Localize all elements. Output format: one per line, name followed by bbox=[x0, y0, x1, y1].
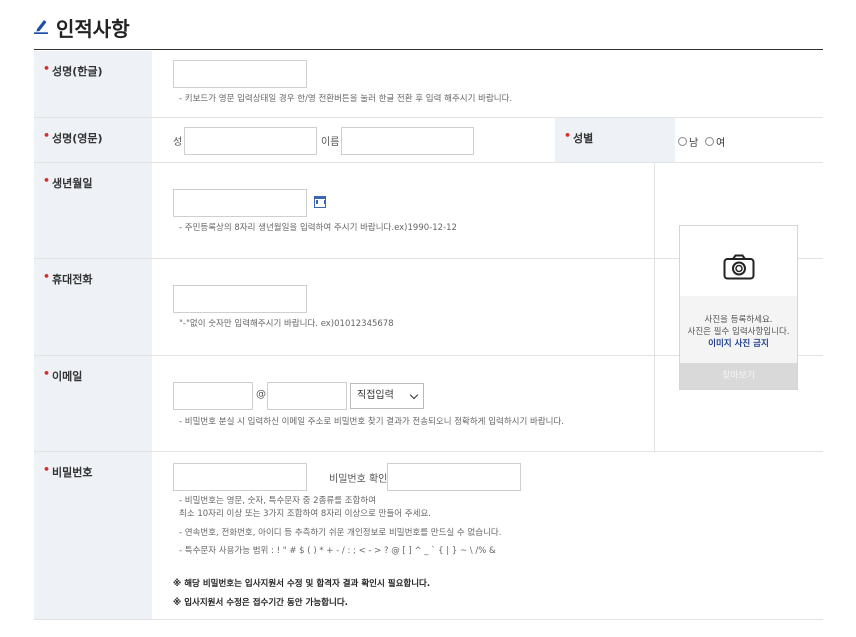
label-password: 비밀번호 bbox=[43, 463, 93, 480]
chevron-down-icon bbox=[409, 390, 419, 400]
gender-female-label: 여 bbox=[716, 138, 726, 149]
photo-text-2: 사진은 필수 입력사항입니다. bbox=[687, 327, 790, 337]
email-domain-select-value: 직접입력 bbox=[357, 390, 394, 401]
label-name-en: 성명(영문) bbox=[43, 129, 102, 146]
gender-male-radio[interactable] bbox=[678, 137, 687, 146]
last-name-label: 성 bbox=[173, 137, 183, 148]
email-at-sign: @ bbox=[256, 389, 266, 400]
photo-upload-box[interactable]: 사진을 등록하세요. 사진은 필수 입력사항입니다. 이미지 사진 금지 찾아보… bbox=[679, 225, 798, 390]
label-email: 이메일 bbox=[43, 367, 82, 384]
password-confirm-input[interactable] bbox=[387, 463, 521, 491]
page-title: 인적사항 bbox=[56, 17, 130, 41]
label-birth: 생년월일 bbox=[43, 174, 93, 191]
password-help-1: - 비밀번호는 영문, 숫자, 특수문자 중 2종류를 조합하여 bbox=[179, 496, 377, 506]
camera-icon bbox=[723, 254, 755, 280]
password-input[interactable] bbox=[173, 463, 307, 491]
phone-help: "-"없이 숫자만 입력해주시기 바랍니다. ex)01012345678 bbox=[179, 319, 394, 329]
row-name-kr: 성명(한글) - 키보드가 영문 입력상태일 경우 한/영 전환버튼을 눌러 한… bbox=[34, 51, 823, 118]
birth-help: - 주민등록상의 8자리 생년월일을 입력하여 주시기 바랍니다.ex)1990… bbox=[179, 223, 457, 233]
calendar-icon[interactable] bbox=[314, 196, 326, 208]
password-help-4: - 특수문자 사용가능 범위 : ! " # $ ( ) * + - / : ;… bbox=[179, 546, 496, 556]
email-local-input[interactable] bbox=[173, 382, 253, 410]
label-gender: 성별 bbox=[564, 129, 593, 146]
label-cell: 성명(한글) bbox=[34, 51, 152, 117]
gender-label-cell: 성별 bbox=[555, 118, 675, 162]
name-kr-input[interactable] bbox=[173, 60, 307, 88]
first-name-input[interactable] bbox=[341, 127, 474, 155]
name-kr-help: - 키보드가 영문 입력상태일 경우 한/영 전환버튼을 눌러 한글 전환 후 … bbox=[179, 94, 513, 104]
label-phone: 휴대전화 bbox=[43, 270, 93, 287]
label-cell: 비밀번호 bbox=[34, 452, 152, 619]
password-help-3: - 연속번호, 전화번호, 아이디 등 추측하기 쉬운 개인정보로 비밀번호를 … bbox=[179, 528, 502, 538]
label-cell: 성명(영문) bbox=[34, 118, 152, 162]
row-name-en: 성명(영문) 성 이름 성별 남 여 bbox=[34, 118, 823, 163]
label-name-kr: 성명(한글) bbox=[43, 62, 102, 79]
first-name-label: 이름 bbox=[321, 137, 340, 148]
section-header: 인적사항 bbox=[34, 12, 823, 50]
gender-male-label: 남 bbox=[689, 138, 699, 149]
email-domain-input[interactable] bbox=[267, 382, 347, 410]
phone-input[interactable] bbox=[173, 285, 307, 313]
password-note-1: ※ 해당 비밀번호는 입사지원서 수정 및 합격자 결과 확인시 필요합니다. bbox=[173, 579, 431, 589]
password-help-2: 최소 10자리 이상 또는 3가지 조합하여 8자리 이상으로 만들어 주세요. bbox=[179, 509, 431, 519]
label-cell: 이메일 bbox=[34, 356, 152, 451]
pencil-icon bbox=[34, 20, 48, 34]
password-confirm-label: 비밀번호 확인 bbox=[329, 474, 388, 485]
label-cell: 생년월일 bbox=[34, 163, 152, 258]
birth-input[interactable] bbox=[173, 189, 307, 217]
email-help: - 비밀번호 분실 시 입력하신 이메일 주소로 비밀번호 찾기 결과가 전송되… bbox=[179, 417, 564, 427]
photo-text-3: 이미지 사진 금지 bbox=[708, 339, 769, 349]
password-note-2: ※ 입사지원서 수정은 접수기간 동안 가능합니다. bbox=[173, 598, 348, 608]
photo-text-1: 사진을 등록하세요. bbox=[704, 315, 773, 325]
gender-female-radio[interactable] bbox=[705, 137, 714, 146]
last-name-input[interactable] bbox=[184, 127, 317, 155]
browse-button[interactable]: 찾아보기 bbox=[680, 363, 797, 389]
row-password: 비밀번호 비밀번호 확인 - 비밀번호는 영문, 숫자, 특수문자 중 2종류를… bbox=[34, 452, 823, 620]
label-cell: 휴대전화 bbox=[34, 259, 152, 355]
email-domain-select[interactable]: 직접입력 bbox=[350, 383, 424, 409]
